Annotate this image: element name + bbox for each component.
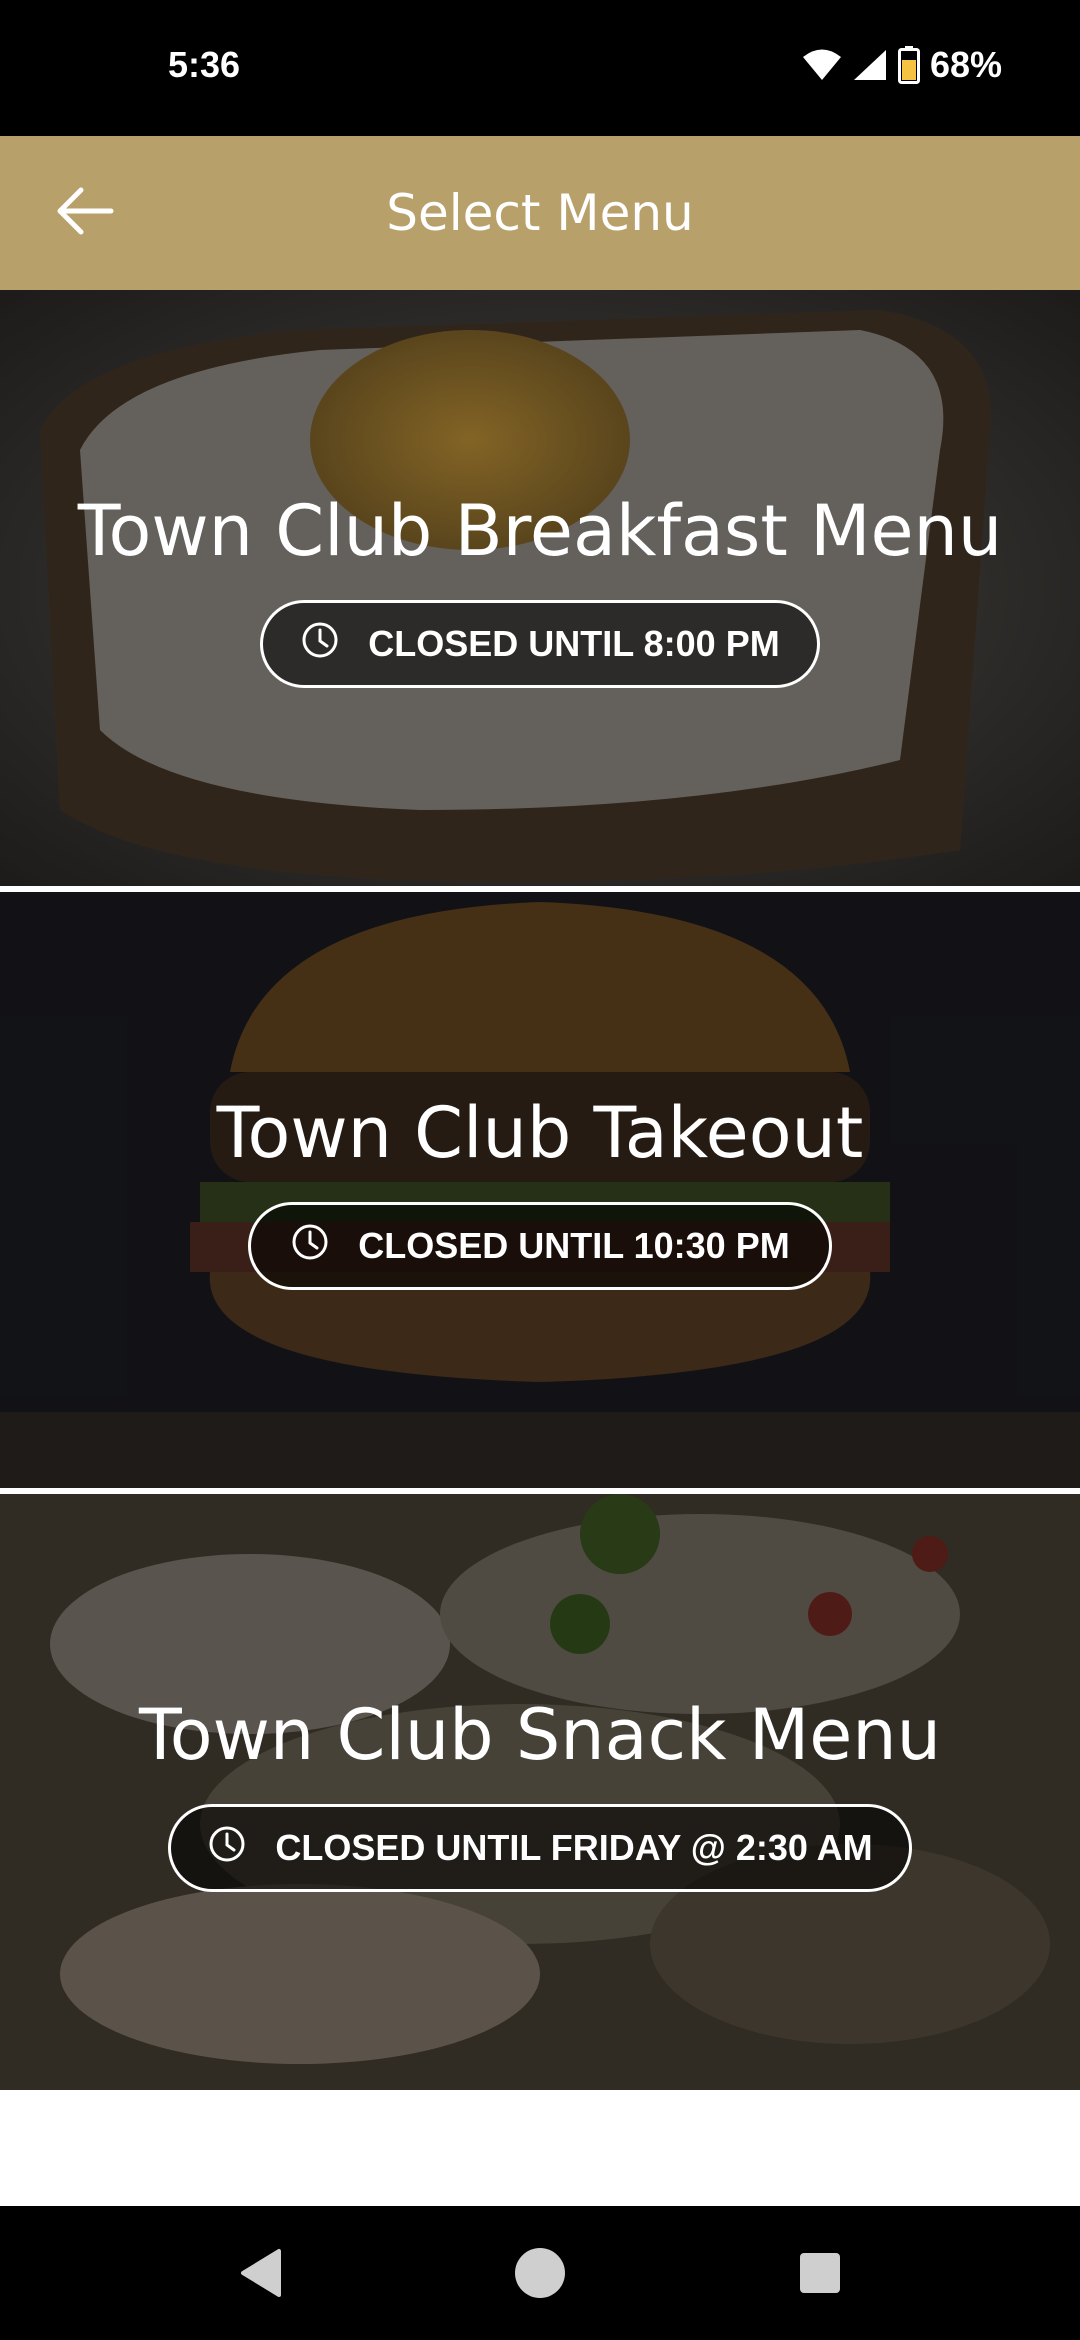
status-icons: 68% — [802, 44, 1002, 86]
menu-card-snack[interactable]: Town Club Snack Menu CLOSED UNTIL FRIDAY… — [0, 1494, 1080, 2090]
cellular-signal-icon — [852, 48, 888, 82]
menu-card-breakfast[interactable]: Town Club Breakfast Menu CLOSED UNTIL 8:… — [0, 290, 1080, 886]
app-bar: Select Menu — [0, 136, 1080, 290]
menu-title: Town Club Snack Menu — [138, 1694, 942, 1776]
menu-card-takeout[interactable]: Town Club Takeout CLOSED UNTIL 10:30 PM — [0, 892, 1080, 1488]
arrow-left-icon — [55, 186, 115, 241]
menu-status-pill: CLOSED UNTIL 8:00 PM — [260, 600, 820, 688]
battery-icon — [897, 46, 920, 84]
menu-title: Town Club Takeout — [216, 1092, 864, 1174]
menu-status-pill: CLOSED UNTIL FRIDAY @ 2:30 AM — [168, 1804, 912, 1892]
card-overlay — [0, 1494, 1080, 2090]
status-time: 5:36 — [168, 44, 241, 85]
card-overlay — [0, 290, 1080, 886]
menu-status-text: CLOSED UNTIL FRIDAY @ 2:30 AM — [275, 1827, 873, 1868]
page-title: Select Menu — [386, 184, 694, 242]
nav-recents-button[interactable] — [775, 2230, 865, 2320]
home-circle-icon — [513, 2246, 567, 2305]
clock-icon — [300, 620, 340, 669]
system-nav-bar — [0, 2206, 1080, 2340]
clock-icon — [207, 1824, 247, 1873]
back-button[interactable] — [40, 168, 130, 258]
wifi-icon — [802, 48, 842, 82]
nav-back-button[interactable] — [216, 2230, 306, 2320]
menu-title: Town Club Breakfast Menu — [77, 490, 1003, 572]
back-triangle-icon — [237, 2247, 285, 2304]
clock-icon — [290, 1222, 330, 1271]
status-bar: 5:36 68% — [0, 0, 1080, 136]
menu-status-pill: CLOSED UNTIL 10:30 PM — [248, 1202, 832, 1290]
card-overlay — [0, 892, 1080, 1488]
recents-square-icon — [798, 2251, 842, 2300]
menu-status-text: CLOSED UNTIL 10:30 PM — [358, 1225, 790, 1266]
nav-home-button[interactable] — [495, 2230, 585, 2320]
menu-status-text: CLOSED UNTIL 8:00 PM — [368, 623, 780, 664]
battery-percent: 68% — [929, 44, 1002, 85]
